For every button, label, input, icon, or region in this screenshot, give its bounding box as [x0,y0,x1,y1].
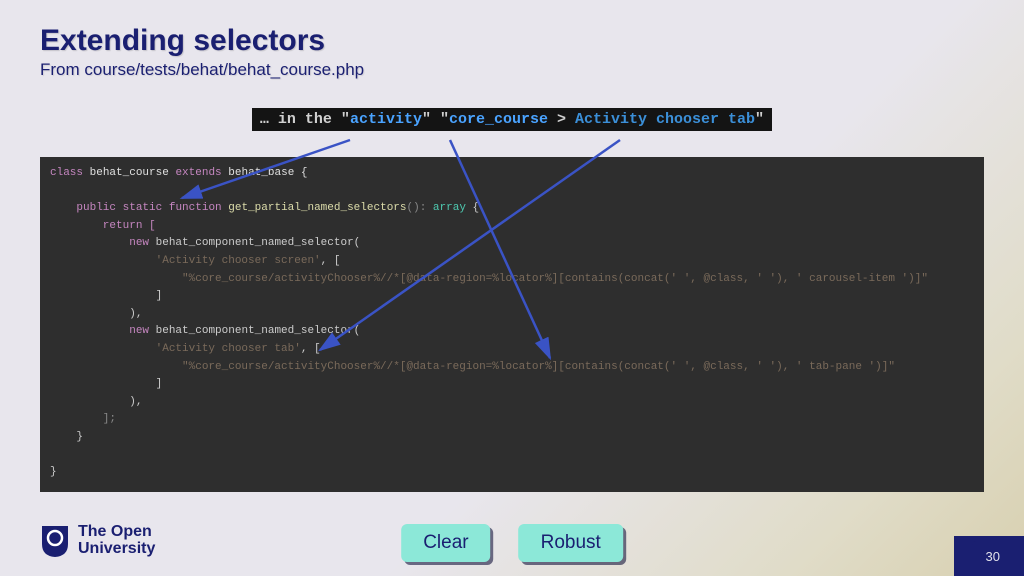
code-kw: function [169,202,222,214]
step-tab: Activity chooser tab [575,111,755,128]
code-text: } [50,466,57,478]
code-cls: behat_course [90,167,169,179]
code-kw: class [50,167,83,179]
code-punc: ]; [50,413,116,425]
step-mid2: > [548,111,575,128]
code-text: ] [50,290,162,302]
step-suffix: " [755,111,764,128]
code-text: , [ [321,255,341,267]
code-new: new [50,325,149,337]
code-str: "%core_course/activityChooser%//*[@data-… [50,361,895,373]
code-text: , [ [301,343,321,355]
code-text: behat_component_named_selector( [149,237,360,249]
button-row: Clear Robust [401,524,623,562]
shield-icon [40,524,70,558]
code-fn: get_partial_named_selectors [228,202,406,214]
slide-title: Extending selectors [0,0,1024,58]
code-block: class behat_course extends behat_base { … [40,157,984,492]
code-text: ), [50,396,142,408]
page-number: 30 [972,541,1010,568]
code-new: new [50,237,149,249]
step-core: core_course [449,111,548,128]
step-mid1: " " [422,111,449,128]
code-return: return [ [50,220,156,232]
code-cls: behat_base { [228,167,307,179]
code-text: ), [50,308,142,320]
step-activity: activity [350,111,422,128]
code-punc: (): [407,202,427,214]
clear-button[interactable]: Clear [401,524,490,562]
code-str: 'Activity chooser tab' [50,343,301,355]
code-kw: public [76,202,116,214]
robust-button[interactable]: Robust [519,524,623,562]
logo-line2: University [78,541,155,558]
logo-line1: The Open [78,524,155,541]
code-type: array [433,202,466,214]
slide-subtitle: From course/tests/behat/behat_course.php [0,58,1024,80]
code-text: { [466,202,479,214]
step-snippet: … in the "activity" "core_course > Activ… [252,108,772,131]
code-str: "%core_course/activityChooser%//*[@data-… [50,273,928,285]
step-prefix: … in the " [260,111,350,128]
code-text: } [50,431,83,443]
logo-text: The Open University [78,524,155,558]
ou-logo: The Open University [40,524,155,558]
code-text: behat_component_named_selector( [149,325,360,337]
code-str: 'Activity chooser screen' [50,255,321,267]
code-kw: static [123,202,163,214]
code-kw: extends [175,167,221,179]
code-text: ] [50,378,162,390]
